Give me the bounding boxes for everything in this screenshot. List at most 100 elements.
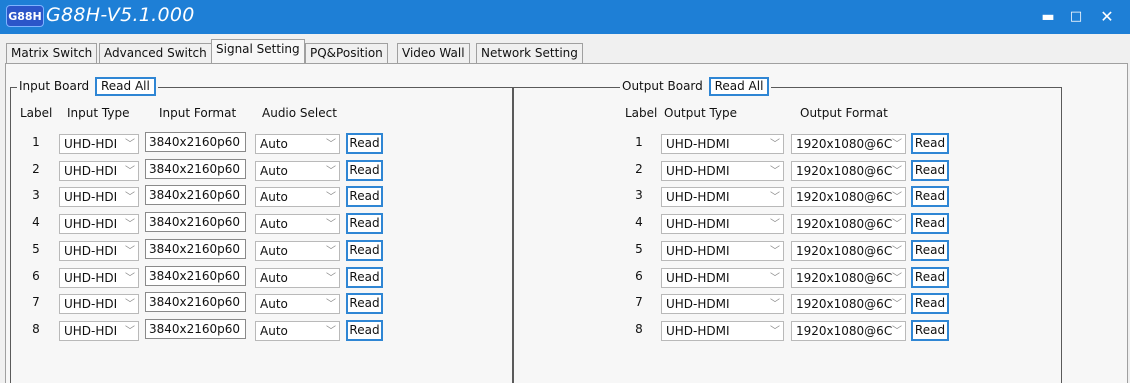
audio-select[interactable]: Auto ﹀ bbox=[255, 268, 340, 288]
tab-network-setting[interactable]: Network Setting bbox=[476, 43, 583, 63]
input-row-label: 6 bbox=[32, 269, 40, 283]
input-row-label: 5 bbox=[32, 242, 40, 256]
output-format-select[interactable]: 1920x1080@6C ﹀ bbox=[791, 268, 906, 288]
output-type-select[interactable]: UHD-HDMI ﹀ bbox=[661, 268, 784, 288]
audio-select[interactable]: Auto ﹀ bbox=[255, 214, 340, 234]
output-read-button[interactable]: Read bbox=[911, 186, 949, 207]
input-read-button[interactable]: Read bbox=[346, 160, 383, 181]
input-read-button[interactable]: Read bbox=[346, 293, 383, 314]
chevron-down-icon: ﹀ bbox=[770, 299, 780, 310]
input-read-button[interactable]: Read bbox=[346, 240, 383, 261]
output-board-group bbox=[513, 87, 1062, 383]
output-type-select[interactable]: UHD-HDMI ﹀ bbox=[661, 214, 784, 234]
input-read-button[interactable]: Read bbox=[346, 267, 383, 288]
output-format-select[interactable]: 1920x1080@6C ﹀ bbox=[791, 187, 906, 207]
input-type-select[interactable]: UHD-HDI ﹀ bbox=[59, 214, 139, 234]
output-type-select[interactable]: UHD-HDMI ﹀ bbox=[661, 241, 784, 261]
tab-video-wall[interactable]: Video Wall bbox=[397, 43, 470, 63]
input-type-select-value: UHD-HDI bbox=[64, 244, 118, 258]
input-type-select-value: UHD-HDI bbox=[64, 137, 118, 151]
output-format-select[interactable]: 1920x1080@6C ﹀ bbox=[791, 321, 906, 341]
input-board-legend: Input Board Read All bbox=[17, 77, 158, 97]
input-type-select[interactable]: UHD-HDI ﹀ bbox=[59, 321, 139, 341]
output-type-select[interactable]: UHD-HDMI ﹀ bbox=[661, 294, 784, 314]
input-header-label: Label bbox=[20, 106, 53, 120]
tab-advanced-switch[interactable]: Advanced Switch bbox=[99, 43, 212, 63]
chevron-down-icon: ﹀ bbox=[326, 166, 336, 177]
output-type-select[interactable]: UHD-HDMI ﹀ bbox=[661, 161, 784, 181]
output-read-button[interactable]: Read bbox=[911, 267, 949, 288]
output-format-select-value: 1920x1080@6C bbox=[796, 164, 893, 178]
chevron-down-icon: ﹀ bbox=[770, 139, 780, 150]
input-type-select[interactable]: UHD-HDI ﹀ bbox=[59, 161, 139, 181]
input-row-label: 8 bbox=[32, 322, 40, 336]
input-format-field: 3840x2160p60 bbox=[145, 159, 246, 179]
app-logo: G88H bbox=[6, 5, 44, 27]
input-read-button[interactable]: Read bbox=[346, 133, 383, 154]
input-format-field: 3840x2160p60 bbox=[145, 319, 246, 339]
output-format-select-value: 1920x1080@6C bbox=[796, 217, 893, 231]
audio-select[interactable]: Auto ﹀ bbox=[255, 241, 340, 261]
audio-select[interactable]: Auto ﹀ bbox=[255, 161, 340, 181]
input-type-select[interactable]: UHD-HDI ﹀ bbox=[59, 268, 139, 288]
chevron-down-icon: ﹀ bbox=[125, 273, 135, 284]
output-format-select-value: 1920x1080@6C bbox=[796, 190, 893, 204]
audio-select[interactable]: Auto ﹀ bbox=[255, 134, 340, 154]
input-type-select-value: UHD-HDI bbox=[64, 297, 118, 311]
minimize-button[interactable]: ▬ bbox=[1036, 6, 1060, 28]
chevron-down-icon: ﹀ bbox=[326, 273, 336, 284]
output-format-select[interactable]: 1920x1080@6C ﹀ bbox=[791, 241, 906, 261]
chevron-down-icon: ﹀ bbox=[892, 139, 902, 150]
output-row-label: 2 bbox=[635, 162, 643, 176]
input-type-select[interactable]: UHD-HDI ﹀ bbox=[59, 294, 139, 314]
chevron-down-icon: ﹀ bbox=[125, 326, 135, 337]
output-read-button[interactable]: Read bbox=[911, 240, 949, 261]
output-board-legend: Output Board Read All bbox=[620, 77, 772, 97]
maximize-button[interactable]: □ bbox=[1064, 6, 1088, 28]
chevron-down-icon: ﹀ bbox=[770, 273, 780, 284]
input-row-label: 3 bbox=[32, 188, 40, 202]
input-read-button[interactable]: Read bbox=[346, 213, 383, 234]
tab-strip: Matrix Switch Advanced Switch Signal Set… bbox=[0, 34, 1130, 64]
audio-select[interactable]: Auto ﹀ bbox=[255, 187, 340, 207]
output-type-select-value: UHD-HDMI bbox=[666, 164, 730, 178]
output-read-button[interactable]: Read bbox=[911, 160, 949, 181]
audio-select[interactable]: Auto ﹀ bbox=[255, 294, 340, 314]
output-read-button[interactable]: Read bbox=[911, 213, 949, 234]
input-type-select[interactable]: UHD-HDI ﹀ bbox=[59, 134, 139, 154]
audio-select-value: Auto bbox=[260, 271, 288, 285]
input-read-button[interactable]: Read bbox=[346, 320, 383, 341]
title-bar: G88H G88H-V5.1.000 ▬ □ ✕ bbox=[0, 0, 1130, 34]
output-format-select[interactable]: 1920x1080@6C ﹀ bbox=[791, 134, 906, 154]
chevron-down-icon: ﹀ bbox=[892, 246, 902, 257]
input-type-select-value: UHD-HDI bbox=[64, 217, 118, 231]
close-button[interactable]: ✕ bbox=[1095, 6, 1119, 28]
input-row-label: 1 bbox=[32, 135, 40, 149]
output-type-select[interactable]: UHD-HDMI ﹀ bbox=[661, 187, 784, 207]
chevron-down-icon: ﹀ bbox=[326, 299, 336, 310]
output-format-select[interactable]: 1920x1080@6C ﹀ bbox=[791, 214, 906, 234]
output-read-button[interactable]: Read bbox=[911, 133, 949, 154]
output-format-select-value: 1920x1080@6C bbox=[796, 137, 893, 151]
input-read-button[interactable]: Read bbox=[346, 186, 383, 207]
tab-pq-position[interactable]: PQ&Position bbox=[305, 43, 388, 63]
input-read-all-button[interactable]: Read All bbox=[94, 77, 156, 96]
output-format-select[interactable]: 1920x1080@6C ﹀ bbox=[791, 161, 906, 181]
tab-matrix-switch[interactable]: Matrix Switch bbox=[6, 43, 98, 63]
output-read-button[interactable]: Read bbox=[911, 293, 949, 314]
output-row-label: 6 bbox=[635, 269, 643, 283]
output-row-label: 3 bbox=[635, 188, 643, 202]
input-type-select[interactable]: UHD-HDI ﹀ bbox=[59, 187, 139, 207]
output-row-label: 5 bbox=[635, 242, 643, 256]
output-read-button[interactable]: Read bbox=[911, 320, 949, 341]
input-format-field: 3840x2160p60 bbox=[145, 132, 246, 152]
output-type-select[interactable]: UHD-HDMI ﹀ bbox=[661, 134, 784, 154]
output-type-select[interactable]: UHD-HDMI ﹀ bbox=[661, 321, 784, 341]
output-format-select[interactable]: 1920x1080@6C ﹀ bbox=[791, 294, 906, 314]
tab-signal-setting[interactable]: Signal Setting bbox=[211, 39, 305, 64]
input-header-audio: Audio Select bbox=[262, 106, 337, 120]
input-type-select[interactable]: UHD-HDI ﹀ bbox=[59, 241, 139, 261]
output-read-all-button[interactable]: Read All bbox=[708, 77, 770, 96]
output-row-label: 1 bbox=[635, 135, 643, 149]
audio-select[interactable]: Auto ﹀ bbox=[255, 321, 340, 341]
